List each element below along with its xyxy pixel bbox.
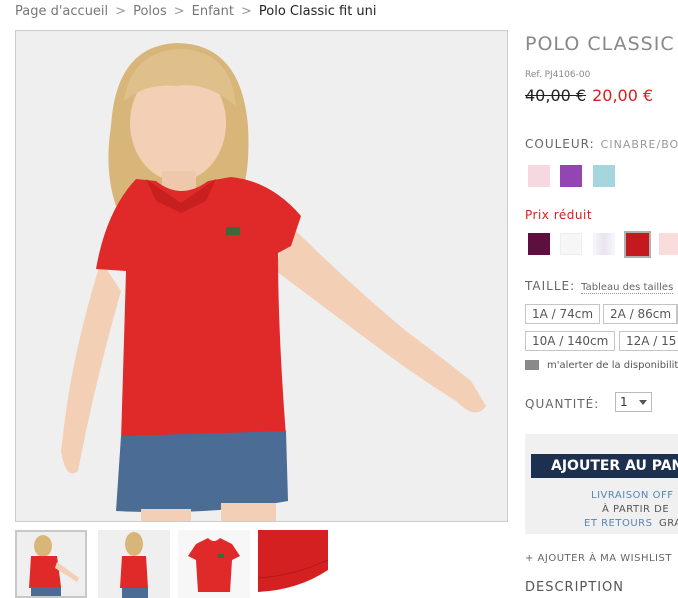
breadcrumb-separator: > [115, 4, 127, 19]
reduced-swatch-plum[interactable] [528, 233, 550, 255]
breadcrumb-polos[interactable]: Polos [133, 4, 167, 19]
thumbnail-4[interactable] [258, 530, 330, 598]
product-main-image[interactable] [15, 30, 508, 522]
breadcrumb-current: Polo Classic fit uni [258, 4, 377, 19]
quantity-label: QUANTITÉ: [525, 397, 600, 411]
color-swatch-purple[interactable] [560, 165, 582, 187]
quantity-select[interactable]: 1 [615, 392, 652, 412]
reduced-swatch-white[interactable] [560, 233, 582, 255]
description-heading[interactable]: DESCRIPTION [525, 580, 624, 595]
breadcrumb-home[interactable]: Page d'accueil [15, 4, 108, 19]
color-value: CINABRE/BO [600, 138, 678, 151]
stock-alert-text: m'alerter de la disponibilité [547, 360, 678, 371]
chevron-down-icon [639, 400, 647, 405]
quantity-value: 1 [620, 395, 628, 409]
add-to-wishlist-link[interactable]: + AJOUTER À MA WISHLIST [525, 553, 672, 564]
reduced-swatch-light-pink[interactable] [659, 233, 678, 255]
size-option-2a[interactable]: 2A / 86cm [603, 304, 678, 324]
size-option-1a[interactable]: 1A / 74cm [525, 304, 601, 324]
delivery-threshold-text: À PARTIR DE [602, 504, 670, 515]
size-label-row: TAILLE: Tableau des tailles [525, 279, 674, 294]
add-to-cart-box: AJOUTER AU PAN LIVRAISON OFF À PARTIR DE… [525, 434, 678, 534]
size-option-10a[interactable]: 10A / 140cm [525, 331, 616, 351]
stock-alert[interactable]: m'alerter de la disponibilité [525, 360, 678, 371]
thumbnail-3[interactable] [178, 530, 250, 598]
breadcrumb-separator: > [173, 4, 185, 19]
thumbnail-image [17, 532, 85, 596]
size-label: TAILLE: [525, 279, 576, 293]
product-title: POLO CLASSIC F [525, 33, 678, 55]
price-block: 40,00 € 20,00 € [525, 86, 653, 105]
old-price: 40,00 € [525, 86, 587, 105]
thumbnail-image [258, 530, 330, 598]
product-details-panel: POLO CLASSIC F Ref. PJ4106-00 40,00 € 20,… [525, 0, 678, 597]
product-ref: Ref. PJ4106-00 [525, 70, 591, 80]
color-label: COULEUR: [525, 137, 595, 151]
breadcrumb-separator: > [240, 4, 252, 19]
reduced-price-label: Prix réduit [525, 208, 593, 222]
thumbnail-image [178, 530, 250, 598]
color-label-row: COULEUR: CINABRE/BO [525, 137, 678, 151]
sale-price: 20,00 € [592, 86, 654, 105]
returns-text: ET RETOURS [584, 518, 653, 529]
size-option-12a[interactable]: 12A / 15 [619, 331, 678, 351]
returns-free-text: GRA [659, 518, 678, 529]
delivery-free-text: LIVRAISON OFF [591, 490, 674, 501]
color-swatch-light-blue[interactable] [593, 165, 615, 187]
breadcrumb-enfant[interactable]: Enfant [192, 4, 234, 19]
size-guide-link[interactable]: Tableau des tailles [581, 282, 674, 294]
add-to-cart-button[interactable]: AJOUTER AU PAN [531, 454, 678, 478]
reduced-swatch-red-selected[interactable] [624, 231, 651, 258]
thumbnail-2[interactable] [98, 530, 170, 598]
thumbnail-image [98, 530, 170, 598]
reduced-swatch-stripe[interactable] [593, 233, 615, 255]
color-swatch-pink[interactable] [528, 165, 550, 187]
product-photo [16, 31, 507, 521]
envelope-icon [525, 360, 539, 370]
thumbnail-1[interactable] [15, 530, 87, 598]
breadcrumb: Page d'accueil > Polos > Enfant > Polo Classic… [15, 4, 377, 19]
